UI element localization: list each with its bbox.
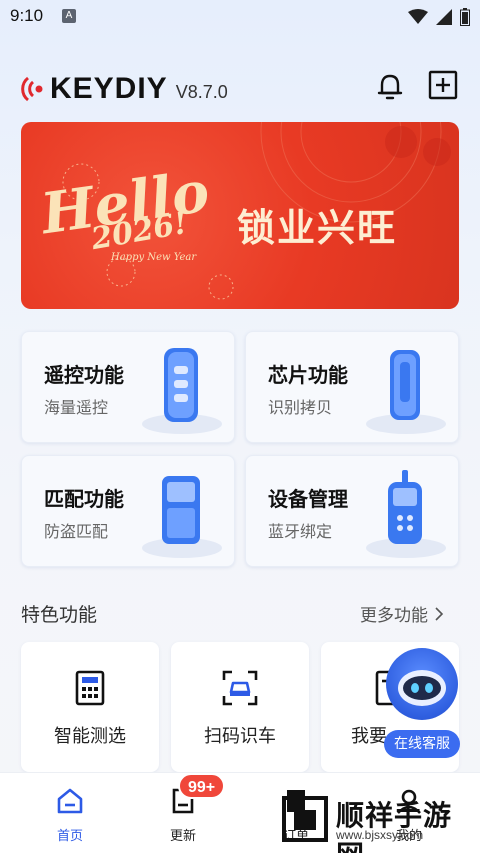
feature-label: 智能测选	[54, 726, 126, 747]
brand-name: KEYDIY	[50, 72, 168, 105]
app-version: V8.7.0	[175, 81, 228, 102]
more-features-label: 更多功能	[360, 606, 428, 626]
watermark-text: 顺祥手游网	[336, 799, 453, 853]
device-management-card[interactable]: 设备管理 蓝牙绑定	[245, 455, 459, 567]
card-title: 芯片功能	[268, 363, 348, 387]
signal-icon	[436, 9, 452, 25]
banner-slogan: 锁业兴旺	[237, 206, 398, 250]
bell-icon	[377, 74, 403, 100]
site-watermark: 顺祥手游网 www.bjsxsy.com	[278, 790, 478, 853]
nav-home[interactable]: 首页	[30, 787, 110, 844]
notification-icon: A	[62, 9, 76, 23]
robot-icon	[398, 670, 446, 706]
remote-function-card[interactable]: 遥控功能 海量遥控	[21, 331, 235, 443]
remote-key-icon	[142, 348, 222, 434]
wifi-icon	[408, 9, 428, 24]
watermark-url: www.bjsxsy.com	[336, 828, 424, 842]
update-count-badge: 99+	[178, 773, 226, 799]
card-subtitle: 防盗匹配	[44, 522, 109, 541]
keydiy-signal-icon	[21, 76, 43, 102]
handheld-device-icon	[366, 470, 446, 558]
plus-square-icon	[428, 70, 458, 100]
app-header: KEYDIY V8.7.0	[0, 62, 480, 118]
chip-function-card[interactable]: 芯片功能 识别拷贝	[245, 331, 459, 443]
feature-label: 扫码识车	[204, 726, 276, 747]
calculator-icon	[75, 670, 105, 706]
card-subtitle: 海量遥控	[44, 398, 109, 417]
nav-label: 首页	[56, 829, 83, 844]
feature-scan-car[interactable]: 扫码识车	[171, 642, 309, 772]
card-subtitle: 识别拷贝	[268, 398, 333, 417]
watermark-logo-icon	[282, 796, 328, 842]
card-title: 设备管理	[268, 487, 348, 511]
banner-tagline: Happy New Year	[111, 252, 197, 263]
feature-smart-test[interactable]: 智能测选	[21, 642, 159, 772]
service-robot-avatar	[386, 648, 458, 720]
status-bar: 9:10 A	[0, 0, 480, 34]
card-title: 匹配功能	[44, 487, 124, 511]
features-section-title: 特色功能	[21, 604, 98, 626]
card-title: 遥控功能	[44, 363, 124, 387]
home-icon	[57, 788, 83, 814]
status-icons	[408, 8, 470, 26]
status-time: 9:10	[10, 6, 44, 25]
chevron-right-icon	[435, 606, 444, 621]
matching-function-card[interactable]: 匹配功能 防盗匹配	[21, 455, 235, 567]
nav-label: 更新	[169, 829, 196, 844]
notifications-button[interactable]	[374, 70, 406, 102]
app-logo: KEYDIY V8.7.0	[20, 72, 228, 106]
chip-key-icon	[366, 350, 446, 434]
more-features-link[interactable]: 更多功能	[360, 601, 444, 626]
service-label: 在线客服	[384, 730, 460, 758]
card-subtitle: 蓝牙绑定	[268, 522, 333, 541]
promo-banner[interactable]: Hello 2026! Happy New Year 锁业兴旺	[21, 122, 459, 309]
matching-device-icon	[142, 476, 222, 558]
online-service-button[interactable]: 在线客服	[384, 648, 460, 758]
battery-icon	[460, 8, 470, 26]
add-button[interactable]	[428, 70, 458, 100]
scan-car-icon	[222, 670, 258, 706]
